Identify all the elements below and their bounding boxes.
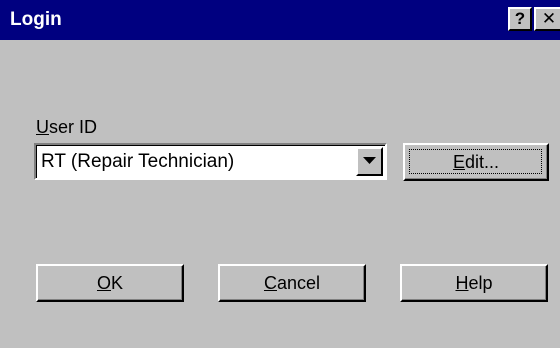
edit-button[interactable]: Edit... (403, 143, 549, 181)
cancel-label-text: ancel (276, 273, 321, 293)
help-label-text: elp (468, 273, 493, 293)
close-button[interactable]: ✕ (534, 7, 560, 31)
user-id-label-mnemonic: U (36, 117, 49, 137)
user-id-label-text: ser ID (49, 117, 98, 137)
login-dialog: Login ? ✕ User ID RT (Repair Technician)… (0, 0, 560, 348)
dropdown-arrow-button[interactable] (356, 147, 383, 176)
ok-button-label: OK (97, 272, 123, 294)
cancel-button[interactable]: Cancel (218, 264, 366, 302)
question-mark-icon: ? (514, 9, 526, 28)
ok-label-text: K (111, 273, 124, 293)
title-bar[interactable]: Login ? ✕ (0, 0, 560, 40)
context-help-button[interactable]: ? (508, 7, 532, 31)
focus-rectangle (409, 149, 542, 174)
cancel-mnemonic: C (263, 273, 277, 293)
help-button-label: Help (455, 272, 492, 294)
chevron-down-icon (363, 157, 376, 164)
window-title: Login (10, 9, 62, 30)
ok-mnemonic: O (96, 273, 111, 293)
user-id-dropdown[interactable]: RT (Repair Technician) (34, 143, 387, 180)
user-id-label: User ID (36, 116, 97, 138)
help-button[interactable]: Help (400, 264, 548, 302)
ok-button[interactable]: OK (36, 264, 184, 302)
close-icon: ✕ (541, 9, 557, 28)
help-mnemonic: H (455, 273, 469, 293)
user-id-selected-value: RT (Repair Technician) (41, 151, 235, 172)
cancel-button-label: Cancel (264, 272, 320, 294)
